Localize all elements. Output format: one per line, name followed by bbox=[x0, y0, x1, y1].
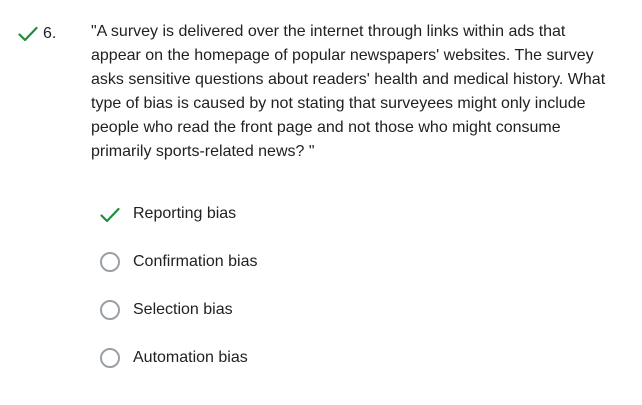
option-confirmation-bias[interactable]: Confirmation bias bbox=[98, 250, 498, 298]
option-label: Selection bias bbox=[133, 301, 233, 318]
quiz-question: 6. "A survey is delivered over the inter… bbox=[0, 0, 642, 405]
option-label: Confirmation bias bbox=[133, 253, 258, 270]
answer-options: Reporting bias Confirmation bias Selecti… bbox=[98, 202, 498, 394]
option-reporting-bias[interactable]: Reporting bias bbox=[98, 202, 498, 250]
option-selection-bias[interactable]: Selection bias bbox=[98, 298, 498, 346]
checkmark-icon bbox=[18, 26, 38, 42]
option-marker bbox=[98, 346, 122, 370]
option-marker bbox=[98, 298, 122, 322]
option-marker bbox=[98, 250, 122, 274]
radio-icon[interactable] bbox=[100, 252, 120, 272]
question-number: 6. bbox=[43, 25, 57, 42]
option-automation-bias[interactable]: Automation bias bbox=[98, 346, 498, 394]
checkmark-icon bbox=[100, 207, 120, 223]
radio-icon[interactable] bbox=[100, 348, 120, 368]
option-label: Reporting bias bbox=[133, 205, 237, 222]
radio-icon[interactable] bbox=[100, 300, 120, 320]
question-text: "A survey is delivered over the internet… bbox=[91, 23, 606, 160]
option-marker bbox=[98, 202, 122, 226]
option-label: Automation bias bbox=[133, 349, 248, 366]
